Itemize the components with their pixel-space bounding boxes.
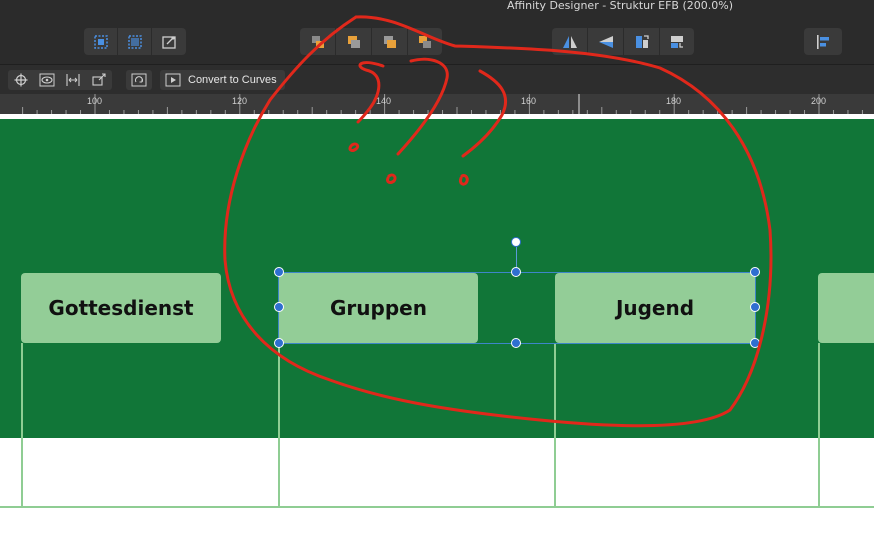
ruler-label: 140 (376, 96, 392, 106)
rotate-right-icon[interactable] (660, 28, 694, 55)
connector-line[interactable] (278, 343, 280, 507)
arrange-group (300, 28, 442, 55)
resize-handle[interactable] (274, 302, 284, 312)
rotation-handle[interactable] (511, 237, 521, 247)
convert-curves-icon (160, 70, 186, 90)
resize-handle[interactable] (750, 302, 760, 312)
ruler-label: 180 (666, 96, 682, 106)
rotate-left-icon[interactable] (624, 28, 660, 55)
snapping-group (84, 28, 186, 55)
move-back-one-icon[interactable] (336, 28, 372, 55)
connector-line[interactable] (21, 343, 23, 507)
box-gruppen[interactable]: Gruppen (279, 273, 478, 343)
connector-baseline[interactable] (0, 506, 874, 508)
flip-rotate-group (552, 28, 694, 55)
box-partial[interactable] (818, 273, 874, 343)
resize-handle[interactable] (274, 267, 284, 277)
ruler-label: 160 (521, 96, 537, 106)
move-to-back-icon[interactable] (300, 28, 336, 55)
resize-handle[interactable] (750, 338, 760, 348)
transform-icon[interactable] (86, 70, 112, 90)
resize-handle[interactable] (274, 338, 284, 348)
ruler-label: 120 (232, 96, 248, 106)
move-forward-one-icon[interactable] (372, 28, 408, 55)
horizontal-ruler[interactable]: 100 120 140 160 180 200 (0, 94, 874, 114)
selection-options-group (8, 70, 112, 90)
flip-vertical-icon[interactable] (588, 28, 624, 55)
ruler-ticks (22, 94, 863, 114)
resize-handle[interactable] (511, 338, 521, 348)
connector-line[interactable] (818, 343, 820, 507)
box-jugend[interactable]: Jugend (555, 273, 755, 343)
box-gottesdienst[interactable]: Gottesdienst (21, 273, 221, 343)
resize-handle[interactable] (511, 267, 521, 277)
ruler-label: 100 (87, 96, 103, 106)
ruler-label: 200 (811, 96, 827, 106)
eye-icon[interactable] (34, 70, 60, 90)
convert-to-curves-label: Convert to Curves (188, 74, 277, 86)
flip-horizontal-icon[interactable] (552, 28, 588, 55)
context-toolbar: Convert to Curves (0, 64, 874, 94)
window-title: Affinity Designer - Struktur EFB (200.0%… (506, 0, 733, 12)
connector-line[interactable] (554, 343, 556, 507)
rotate-options-group (126, 70, 152, 90)
snap-grid-icon[interactable] (84, 28, 118, 55)
align-group (804, 28, 842, 55)
align-left-icon[interactable] (804, 28, 842, 55)
convert-to-curves-button[interactable]: Convert to Curves (160, 70, 285, 90)
move-to-front-icon[interactable] (408, 28, 442, 55)
rotate-icon[interactable] (126, 70, 152, 90)
main-toolbar: Affinity Designer - Struktur EFB (200.0%… (0, 0, 874, 64)
resize-handle[interactable] (750, 267, 760, 277)
crosshair-icon[interactable] (8, 70, 34, 90)
snap-bounds-icon[interactable] (118, 28, 152, 55)
distribute-icon[interactable] (60, 70, 86, 90)
transform-origin-icon[interactable] (152, 28, 186, 55)
